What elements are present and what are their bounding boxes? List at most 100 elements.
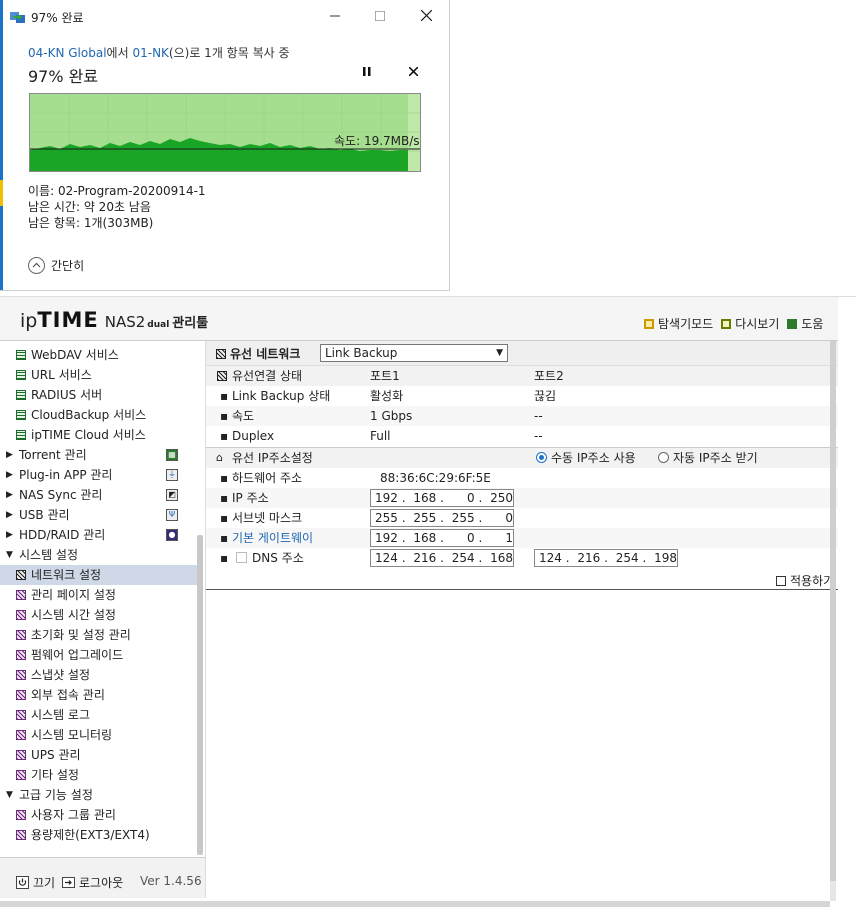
source-folder-link[interactable]: 04-KN Global bbox=[28, 46, 107, 60]
sidebar-item-radius[interactable]: RADIUS 서버 bbox=[0, 385, 197, 405]
dns1-octet-4[interactable]: 168 bbox=[486, 548, 513, 568]
gateway-octet-3[interactable]: 0 bbox=[448, 528, 475, 548]
sidebar-item-label: 외부 접속 관리 bbox=[31, 688, 105, 702]
sidebar-item-cloudbackup[interactable]: CloudBackup 서비스 bbox=[0, 405, 197, 425]
sidebar-item-ups[interactable]: UPS 관리 bbox=[0, 745, 197, 765]
sidebar-group-advanced[interactable]: ▼ 고급 기능 설정 bbox=[0, 785, 197, 805]
subnet-octet-3[interactable]: 255 bbox=[448, 508, 475, 528]
help-link[interactable]: 도움 bbox=[787, 315, 823, 332]
ip-octet-1[interactable]: 192 bbox=[371, 488, 398, 508]
source-suffix: 에서 bbox=[106, 46, 129, 60]
logout-button[interactable]: 로그아웃 bbox=[62, 874, 123, 891]
port2-value: -- bbox=[534, 429, 543, 443]
sidebar-scrollbar[interactable] bbox=[197, 535, 203, 855]
sidebar-item-quota[interactable]: 용량제한(EXT3/EXT4) bbox=[0, 825, 197, 845]
ip-octet-3[interactable]: 0 bbox=[448, 488, 475, 508]
sidebar-group-torrent[interactable]: ▶ Torrent 관리 ▦ bbox=[0, 445, 197, 465]
sidebar-item-label: 스냅샷 설정 bbox=[31, 668, 91, 682]
sidebar-group-hdd-raid[interactable]: ▶ HDD/RAID 관리 ● bbox=[0, 525, 197, 545]
sidebar-item-firmware[interactable]: 펌웨어 업그레이드 bbox=[0, 645, 197, 665]
pause-button[interactable] bbox=[359, 66, 375, 82]
settings-item-icon bbox=[16, 670, 26, 680]
sidebar-item-misc[interactable]: 기타 설정 bbox=[0, 765, 197, 785]
apply-button[interactable]: 적용하기 bbox=[776, 572, 834, 589]
cancel-button[interactable] bbox=[405, 64, 421, 80]
gateway-input[interactable]: 192. 168. 0. 1 bbox=[370, 529, 514, 547]
sidebar-item-admin-page[interactable]: 관리 페이지 설정 bbox=[0, 585, 197, 605]
bullet: ▪ bbox=[220, 511, 229, 525]
service-icon bbox=[16, 370, 26, 380]
sidebar-group-plugin[interactable]: ▶ Plug-in APP 관리 ⏚ bbox=[0, 465, 197, 485]
sidebar-item-remote-access[interactable]: 외부 접속 관리 bbox=[0, 685, 197, 705]
dns2-octet-2[interactable]: 216 bbox=[573, 548, 600, 568]
manual-ip-radio[interactable]: 수동 IP주소 사용 bbox=[536, 448, 636, 468]
close-button[interactable] bbox=[411, 6, 441, 28]
main-scrollbar-thumb[interactable] bbox=[830, 341, 836, 881]
sidebar-item-snapshot[interactable]: 스냅샷 설정 bbox=[0, 665, 197, 685]
dns-primary-input[interactable]: 124. 216. 254. 168 bbox=[370, 549, 514, 567]
gateway-octet-4[interactable]: 1 bbox=[486, 528, 513, 548]
sidebar-item-reset-config[interactable]: 초기화 및 설정 관리 bbox=[0, 625, 197, 645]
sidebar-item-iptime-cloud[interactable]: ipTIME Cloud 서비스 bbox=[0, 425, 197, 445]
dns2-octet-4[interactable]: 198 bbox=[650, 548, 677, 568]
collapse-details-button[interactable]: 간단히 bbox=[28, 257, 84, 274]
refresh-link[interactable]: 다시보기 bbox=[721, 315, 779, 332]
brand-dual: dual bbox=[147, 320, 170, 330]
brand-time: TIME bbox=[37, 308, 99, 332]
dns2-octet-1[interactable]: 124 bbox=[535, 548, 562, 568]
dest-folder-link[interactable]: 01-NK bbox=[132, 46, 168, 60]
sidebar-item-label: ipTIME Cloud 서비스 bbox=[31, 428, 146, 442]
sidebar-item-system-log[interactable]: 시스템 로그 bbox=[0, 705, 197, 725]
auto-ip-radio[interactable]: 자동 IP주소 받기 bbox=[658, 448, 758, 468]
refresh-icon bbox=[721, 318, 732, 329]
dns-secondary-input[interactable]: 124. 216. 254. 198 bbox=[534, 549, 678, 567]
ip-octet-4[interactable]: 250 bbox=[486, 488, 513, 508]
dns1-octet-3[interactable]: 254 bbox=[448, 548, 475, 568]
power-off-button[interactable]: 끄기 bbox=[16, 874, 55, 891]
sidebar-item-webdav[interactable]: WebDAV 서비스 bbox=[0, 345, 197, 365]
dns1-octet-2[interactable]: 216 bbox=[409, 548, 436, 568]
subnet-mask-input[interactable]: 255. 255. 255. 0 bbox=[370, 509, 514, 527]
percent-complete: 97% 완료 bbox=[28, 67, 99, 86]
settings-item-icon bbox=[16, 710, 26, 720]
network-select-row: 유선 네트워크 Link Backup ▼ bbox=[206, 341, 838, 366]
sidebar-group-usb[interactable]: ▶ USB 관리 Ψ bbox=[0, 505, 197, 525]
gateway-octet-2[interactable]: 168 bbox=[409, 528, 436, 548]
network-mode-select[interactable]: Link Backup ▼ bbox=[320, 344, 508, 362]
subnet-octet-4[interactable]: 0 bbox=[486, 508, 513, 528]
status-section-icon bbox=[217, 371, 227, 381]
dns1-octet-1[interactable]: 124 bbox=[371, 548, 398, 568]
explorer-mode-link[interactable]: 탐색기모드 bbox=[644, 315, 713, 332]
disk-icon: ● bbox=[166, 529, 178, 541]
maximize-button[interactable] bbox=[365, 6, 395, 28]
help-label: 도움 bbox=[801, 317, 824, 331]
minimize-button[interactable] bbox=[320, 6, 350, 28]
usb-icon: Ψ bbox=[166, 509, 178, 521]
dns-checkbox[interactable] bbox=[236, 548, 247, 568]
file-name-line: 이름: 02-Program-20200914-1 bbox=[28, 184, 206, 198]
sidebar-item-system-time[interactable]: 시스템 시간 설정 bbox=[0, 605, 197, 625]
mac-label: 하드웨어 주소 bbox=[232, 471, 303, 485]
settings-item-icon bbox=[16, 830, 26, 840]
horizontal-scrollbar[interactable] bbox=[0, 901, 830, 907]
settings-item-icon bbox=[16, 730, 26, 740]
dns2-octet-3[interactable]: 254 bbox=[612, 548, 639, 568]
subnet-octet-2[interactable]: 255 bbox=[409, 508, 436, 528]
radio-selected-icon bbox=[536, 452, 547, 463]
sidebar-item-network-settings[interactable]: 네트워크 설정 bbox=[0, 565, 197, 585]
sidebar-item-url[interactable]: URL 서비스 bbox=[0, 365, 197, 385]
bullet: ▪ bbox=[220, 531, 229, 545]
ip-address-input[interactable]: 192. 168. 0. 250 bbox=[370, 489, 514, 507]
ip-octet-2[interactable]: 168 bbox=[409, 488, 436, 508]
gateway-octet-1[interactable]: 192 bbox=[371, 528, 398, 548]
row-label: 속도 bbox=[232, 409, 255, 423]
sidebar-group-system-settings[interactable]: ▼ 시스템 설정 bbox=[0, 545, 197, 565]
sidebar-item-label: RADIUS 서버 bbox=[31, 388, 103, 402]
title-bar[interactable]: 97% 완료 bbox=[0, 0, 449, 34]
sidebar-item-monitoring[interactable]: 시스템 모니터링 bbox=[0, 725, 197, 745]
gateway-label[interactable]: 기본 게이트웨이 bbox=[232, 528, 313, 548]
sidebar-item-label: 사용자 그룹 관리 bbox=[31, 808, 116, 822]
subnet-octet-1[interactable]: 255 bbox=[371, 508, 398, 528]
sidebar-item-user-group[interactable]: 사용자 그룹 관리 bbox=[0, 805, 197, 825]
sidebar-group-nas-sync[interactable]: ▶ NAS Sync 관리 ◩ bbox=[0, 485, 197, 505]
